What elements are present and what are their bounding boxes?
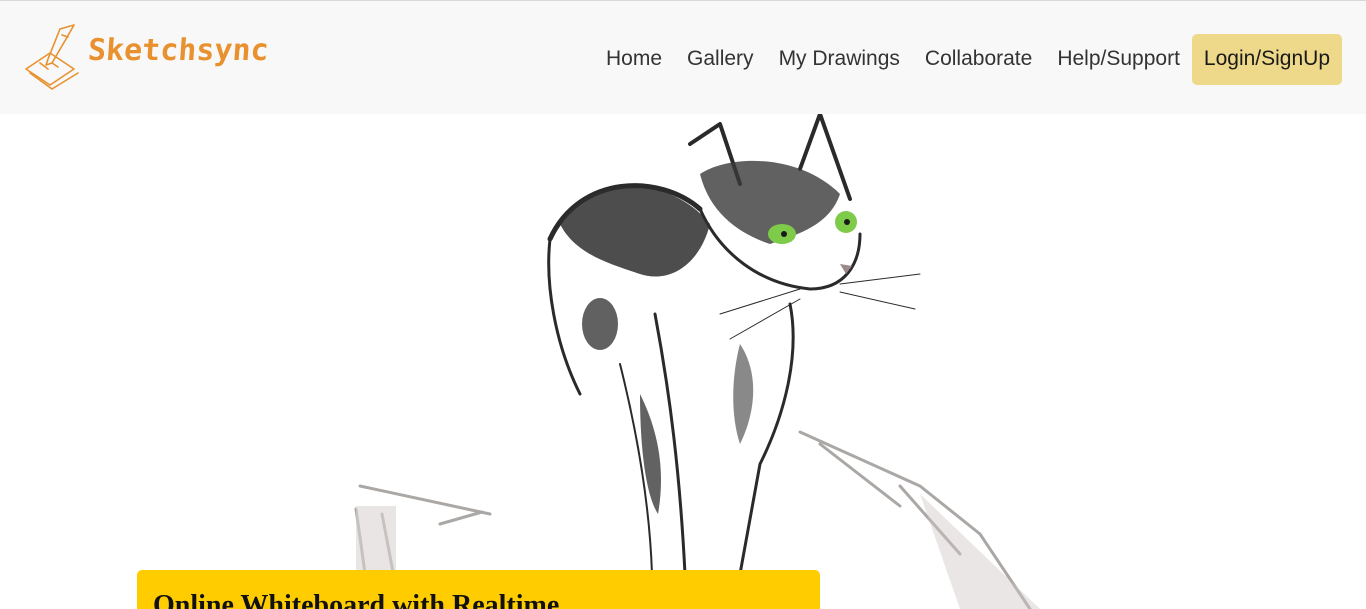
brand-logo[interactable]: Sketchsync [22, 23, 270, 93]
nav-my-drawings[interactable]: My Drawings [779, 33, 900, 85]
nav-home[interactable]: Home [606, 33, 662, 85]
brand-name: Sketchsync [86, 32, 270, 68]
main-nav: Home Gallery My Drawings Collaborate Hel… [606, 33, 1342, 85]
hero-section [0, 114, 1366, 609]
pencil-paper-icon [25, 24, 79, 90]
nav-help-support[interactable]: Help/Support [1057, 33, 1180, 85]
nav-collaborate[interactable]: Collaborate [925, 33, 1032, 85]
cat-sketch-illustration [200, 114, 1160, 609]
nav-gallery[interactable]: Gallery [687, 33, 754, 85]
navbar: Sketchsync Home Gallery My Drawings Coll… [0, 1, 1366, 114]
login-signup-button[interactable]: Login/SignUp [1191, 33, 1342, 85]
hero-card: Online Whiteboard with Realtime [137, 570, 820, 609]
hero-title: Online Whiteboard with Realtime [153, 590, 560, 609]
